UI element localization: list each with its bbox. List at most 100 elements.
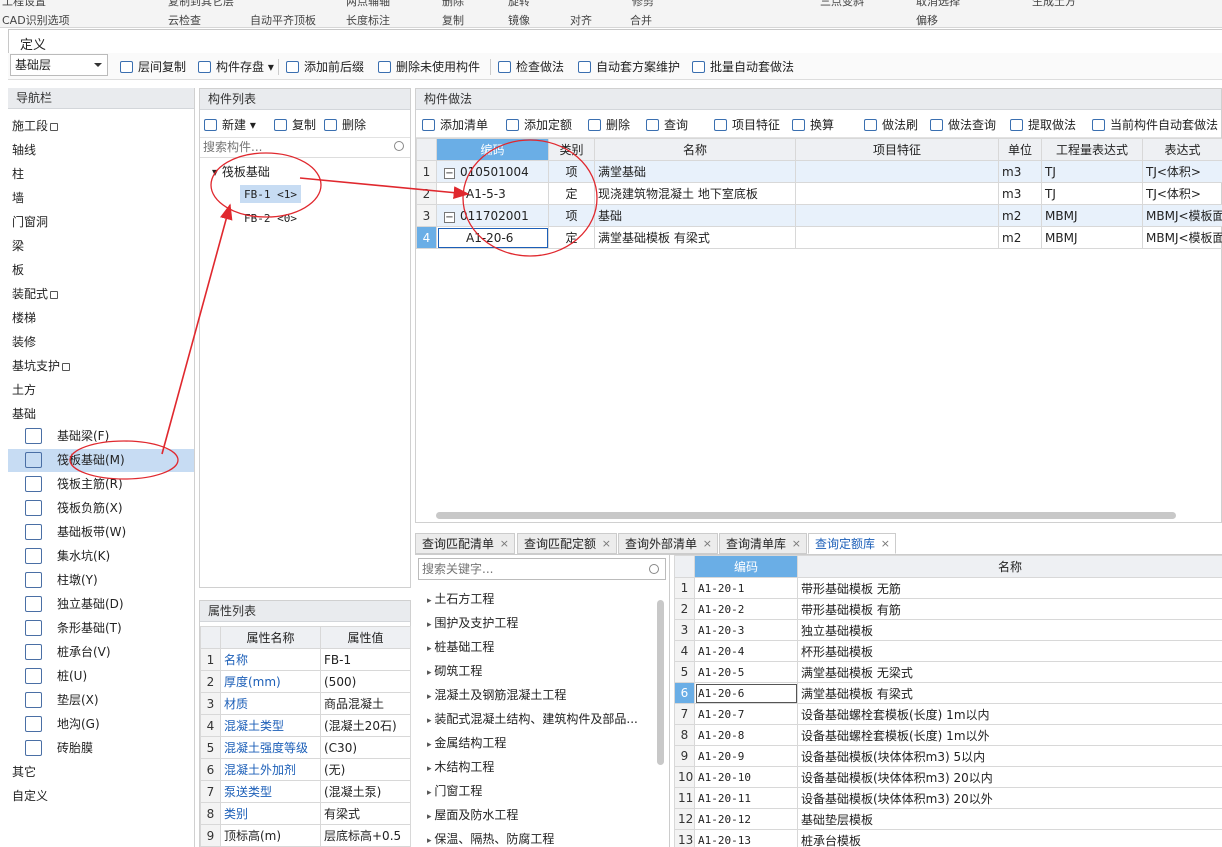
method-toolbar-button[interactable]: 添加清单 — [420, 115, 488, 135]
ribbon-item[interactable]: 云检查 — [168, 12, 201, 27]
nav-item[interactable]: 墙 — [12, 188, 24, 208]
attribute-row[interactable]: 1 名称 FB-1 — [200, 648, 411, 671]
method-cell[interactable]: 定 — [548, 182, 595, 205]
method-cell[interactable]: m3 — [998, 182, 1042, 205]
nav-sub-item[interactable]: 基础板带(W) — [8, 521, 194, 544]
attribute-value[interactable]: FB-1 — [320, 648, 411, 671]
quota-tree-item[interactable]: ▸ 屋面及防水工程 — [427, 806, 518, 823]
attribute-row[interactable]: 3 材质 商品混凝土 — [200, 692, 411, 715]
quota-tree-item[interactable]: ▸ 装配式混凝土结构、建筑构件及部品... — [427, 710, 638, 727]
method-toolbar-button[interactable]: 添加定额 — [504, 115, 572, 135]
attribute-row[interactable]: 8 类别 有梁式 — [200, 802, 411, 825]
nav-item[interactable]: 其它 — [12, 762, 36, 782]
quota-row[interactable]: 7 A1-20-7 设备基础螺栓套模板(长度) 1m以内 — [674, 703, 1222, 725]
quota-tree-item[interactable]: ▸ 门窗工程 — [427, 782, 482, 799]
quota-tree-item[interactable]: ▸ 桩基础工程 — [427, 638, 494, 655]
attribute-value[interactable]: (无) — [320, 758, 411, 781]
check-method-button[interactable]: 检查做法 — [496, 57, 564, 77]
query-tab[interactable]: 查询匹配定额 × — [517, 533, 618, 554]
query-search-input[interactable] — [419, 559, 639, 579]
collapse-icon[interactable]: − — [444, 167, 455, 179]
collapse-icon[interactable]: − — [444, 211, 455, 223]
method-cell[interactable]: MBMJ<模板面 — [1142, 204, 1222, 227]
horizontal-scrollbar[interactable] — [436, 512, 1176, 519]
attribute-value[interactable]: (混凝土泵) — [320, 780, 411, 803]
component-search-input[interactable] — [200, 138, 390, 156]
quota-tree-item[interactable]: ▸ 木结构工程 — [427, 758, 494, 775]
vertical-scrollbar[interactable] — [657, 600, 664, 765]
nav-item[interactable]: 梁 — [12, 236, 24, 256]
quota-row[interactable]: 9 A1-20-9 设备基础模板(块体体积m3) 5以内 — [674, 745, 1222, 767]
quota-tree-item[interactable]: ▸ 围护及支护工程 — [427, 614, 518, 631]
search-icon[interactable] — [394, 141, 404, 151]
nav-item[interactable]: 板 — [12, 260, 24, 280]
quota-row[interactable]: 2 A1-20-2 带形基础模板 有筋 — [674, 598, 1222, 620]
method-cell[interactable] — [795, 160, 999, 183]
quota-row[interactable]: 1 A1-20-1 带形基础模板 无筋 — [674, 577, 1222, 599]
floor-select[interactable]: 基础层 — [10, 54, 108, 76]
nav-item[interactable]: 自定义 — [12, 786, 48, 806]
close-icon[interactable]: × — [792, 534, 801, 554]
ribbon-item[interactable]: 对齐 — [570, 12, 592, 27]
ribbon-item[interactable]: 偏移 — [916, 12, 938, 27]
quota-row[interactable]: 5 A1-20-5 满堂基础模板 无梁式 — [674, 661, 1222, 683]
quota-row[interactable]: 4 A1-20-4 杯形基础模板 — [674, 640, 1222, 662]
method-cell[interactable] — [795, 182, 999, 205]
method-cell[interactable]: 基础 — [594, 204, 796, 227]
nav-sub-item[interactable]: 筏板主筋(R) — [8, 473, 194, 496]
attribute-row[interactable]: 5 混凝土强度等级 (C30) — [200, 736, 411, 759]
quota-tree-item[interactable]: ▸ 金属结构工程 — [427, 734, 506, 751]
attribute-value[interactable]: 有梁式 — [320, 802, 411, 825]
method-toolbar-button[interactable]: 查询 — [644, 115, 688, 135]
ribbon-item[interactable]: 镜像 — [508, 12, 530, 27]
nav-item[interactable]: 门窗洞 — [12, 212, 48, 232]
ribbon-item[interactable]: 删除 — [442, 0, 464, 9]
close-icon[interactable]: × — [881, 534, 890, 554]
attribute-value[interactable]: 商品混凝土 — [320, 692, 411, 715]
nav-item[interactable]: 施工段 — [12, 116, 59, 136]
new-component-button[interactable]: 新建 ▾ — [202, 115, 256, 135]
ribbon-item[interactable]: 合并 — [630, 12, 652, 27]
method-cell[interactable]: 现浇建筑物混凝土 地下室底板 — [594, 182, 796, 205]
method-cell[interactable]: −010501004 — [436, 160, 549, 183]
query-tab[interactable]: 查询外部清单 × — [618, 533, 719, 554]
ribbon-item[interactable]: 取消选择 — [916, 0, 960, 9]
query-tab[interactable]: 查询清单库 × — [719, 533, 808, 554]
method-toolbar-button[interactable]: 删除 — [586, 115, 630, 135]
method-cell[interactable]: m3 — [998, 160, 1042, 183]
ribbon-item[interactable]: 两点辅轴 — [346, 0, 390, 9]
ribbon-item[interactable]: 复制 — [442, 12, 464, 27]
method-cell[interactable]: TJ<体积> — [1142, 182, 1222, 205]
nav-sub-item[interactable]: 桩承台(V) — [8, 641, 194, 664]
method-cell[interactable]: MBMJ — [1041, 204, 1143, 227]
attribute-row[interactable]: 2 厚度(mm) (500) — [200, 670, 411, 693]
method-cell[interactable]: MBMJ — [1041, 226, 1143, 249]
method-toolbar-button[interactable]: 做法刷 — [862, 115, 918, 135]
component-item-fb1[interactable]: FB-1 <1> — [240, 185, 301, 203]
method-row[interactable]: 3−011702001 项 基础 m2 MBMJ MBMJ<模板面 — [416, 204, 1222, 227]
method-row[interactable]: 2 A1-5-3 定 现浇建筑物混凝土 地下室底板 m3 TJ TJ<体积> — [416, 182, 1222, 205]
nav-sub-item[interactable]: 地沟(G) — [8, 713, 194, 736]
ribbon-item[interactable]: 自动平齐顶板 — [250, 12, 316, 27]
nav-sub-item[interactable]: 桩(U) — [8, 665, 194, 688]
method-cell[interactable]: 项 — [548, 204, 595, 227]
nav-sub-item[interactable]: 砖胎膜 — [8, 737, 194, 760]
quota-tree-item[interactable]: ▸ 砌筑工程 — [427, 662, 482, 679]
method-cell[interactable]: A1-5-3 — [436, 182, 549, 205]
method-cell[interactable]: 项 — [548, 160, 595, 183]
nav-item[interactable]: 柱 — [12, 164, 24, 184]
method-toolbar-button[interactable]: 提取做法 — [1008, 115, 1076, 135]
close-icon[interactable]: × — [500, 534, 509, 554]
delete-unused-button[interactable]: 删除未使用构件 — [376, 57, 480, 77]
method-cell[interactable]: 满堂基础 — [594, 160, 796, 183]
ribbon-item[interactable]: 生成土方 — [1032, 0, 1076, 9]
add-prefix-suffix-button[interactable]: 添加前后缀 — [284, 57, 364, 77]
method-cell[interactable]: TJ — [1041, 160, 1143, 183]
quota-row[interactable]: 8 A1-20-8 设备基础螺栓套模板(长度) 1m以外 — [674, 724, 1222, 746]
method-row[interactable]: 4 A1-20-6 定 满堂基础模板 有梁式 m2 MBMJ MBMJ<模板面 — [416, 226, 1222, 249]
nav-item[interactable]: 土方 — [12, 380, 36, 400]
copy-component-button[interactable]: 复制 — [272, 115, 316, 135]
method-cell[interactable]: m2 — [998, 226, 1042, 249]
method-cell[interactable]: TJ — [1041, 182, 1143, 205]
nav-sub-item[interactable]: 基础梁(F) — [8, 425, 194, 448]
